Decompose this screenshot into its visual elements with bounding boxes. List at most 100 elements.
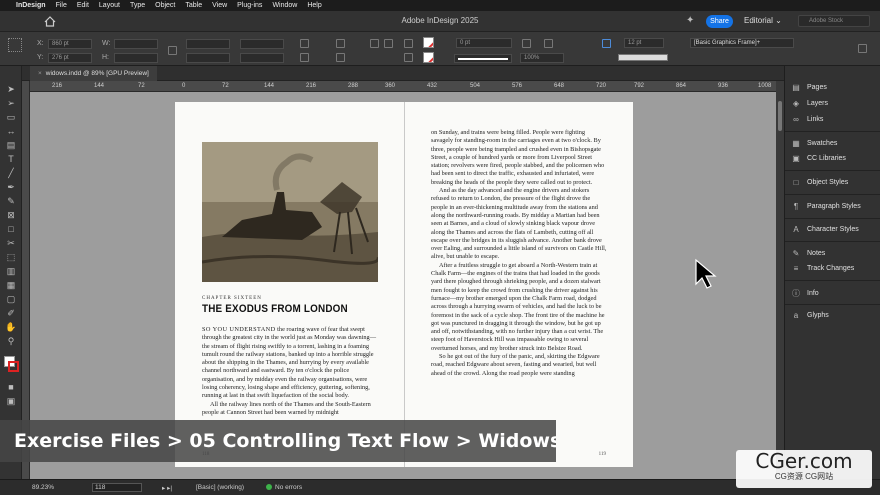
panel-cc-libraries[interactable]: ▣ CC Libraries	[791, 154, 846, 163]
zoom-level[interactable]: 89.23%	[32, 484, 54, 491]
text-wrap-control[interactable]	[618, 54, 668, 61]
screen-mode-icon[interactable]: ▣	[5, 396, 17, 406]
menu-help[interactable]: Help	[307, 2, 321, 9]
selection-tool-icon[interactable]: ➤	[5, 84, 17, 94]
stroke-weight-field[interactable]: 0 pt	[456, 38, 512, 48]
menu-object[interactable]: Object	[155, 2, 175, 9]
note-tool-icon[interactable]: ▢	[5, 294, 17, 304]
page-right[interactable]: on Sunday, and trains were being filled.…	[404, 102, 633, 467]
panel-track-changes[interactable]: ≡ Track Changes	[791, 264, 855, 273]
shear-field[interactable]	[240, 53, 284, 63]
scissors-tool-icon[interactable]: ✂	[5, 238, 17, 248]
rotate-cw-icon[interactable]	[300, 39, 309, 48]
panel-links[interactable]: ∞ Links	[791, 115, 823, 124]
width-field[interactable]	[114, 39, 158, 49]
line-tool-icon[interactable]: ╱	[5, 168, 17, 178]
scale-x-field[interactable]	[186, 39, 230, 49]
stroke-swatch-icon[interactable]	[423, 52, 434, 63]
corner-options-icon[interactable]	[602, 39, 611, 48]
info-icon: ⓘ	[792, 289, 800, 298]
apply-color-icon[interactable]: ■	[5, 382, 17, 392]
flip-vertical-icon[interactable]	[336, 53, 345, 62]
y-field[interactable]: 276 pt	[48, 53, 92, 63]
page-tool-icon[interactable]: ▭	[5, 112, 17, 122]
panel-swatches[interactable]: ▦ Swatches	[791, 139, 837, 148]
height-field[interactable]	[114, 53, 158, 63]
panel-menu-icon[interactable]	[858, 44, 867, 53]
panel-notes[interactable]: ✎ Notes	[791, 249, 826, 258]
menu-view[interactable]: View	[212, 2, 227, 9]
reference-point-icon[interactable]	[8, 38, 22, 52]
panel-label: Character Styles	[807, 226, 859, 233]
pencil-tool-icon[interactable]: ✎	[5, 196, 17, 206]
menu-edit[interactable]: Edit	[77, 2, 89, 9]
panel-layers[interactable]: ◈ Layers	[791, 99, 828, 108]
stock-search-input[interactable]: Adobe Stock	[798, 15, 870, 27]
menu-plugins[interactable]: Plug-ins	[237, 2, 262, 9]
direct-selection-tool-icon[interactable]: ➢	[5, 98, 17, 108]
select-content-icon[interactable]	[384, 39, 393, 48]
content-collector-icon[interactable]: ▤	[5, 140, 17, 150]
select-previous-icon[interactable]	[404, 39, 413, 48]
menu-window[interactable]: Window	[272, 2, 297, 9]
document-tab[interactable]: × widows.indd @ 89% [GPU Preview]	[30, 66, 157, 81]
close-icon[interactable]: ×	[38, 70, 42, 77]
panel-separator	[785, 304, 880, 305]
panel-info[interactable]: ⓘ Info	[791, 288, 819, 299]
constrain-link-icon[interactable]	[168, 46, 177, 55]
scale-y-field[interactable]	[186, 53, 230, 63]
gap-tool-icon[interactable]: ↔	[5, 126, 17, 136]
panel-glyphs[interactable]: a Glyphs	[791, 311, 829, 320]
mouse-pointer-icon	[695, 258, 717, 289]
ruler-label: 792	[634, 83, 645, 89]
gradient-feather-tool-icon[interactable]: ▦	[5, 280, 17, 290]
hand-tool-icon[interactable]: ✋	[5, 322, 17, 332]
opacity-field[interactable]: 100%	[520, 53, 564, 63]
chapter-illustration[interactable]	[201, 142, 380, 282]
panel-pages[interactable]: ▤ Pages	[791, 83, 827, 92]
panel-label: Pages	[807, 84, 827, 91]
preflight-profile[interactable]: [Basic] (working)	[196, 484, 244, 491]
gradient-tool-icon[interactable]: ▥	[5, 266, 17, 276]
workspace-switcher[interactable]: Editorial ⌄	[744, 16, 782, 25]
panel-paragraph-styles[interactable]: ¶ Paragraph Styles	[791, 202, 861, 211]
stroke-color-icon[interactable]	[8, 361, 19, 372]
object-style-select[interactable]: [Basic Graphics Frame]+	[690, 38, 794, 48]
right-text-frame[interactable]: on Sunday, and trains were being filled.…	[431, 129, 607, 378]
x-field[interactable]: 860 pt	[48, 39, 92, 49]
select-next-icon[interactable]	[404, 53, 413, 62]
rectangle-tool-icon[interactable]: □	[5, 224, 17, 234]
fx-icon[interactable]	[544, 39, 553, 48]
vertical-scrollbar[interactable]	[776, 81, 784, 479]
panel-object-styles[interactable]: □ Object Styles	[791, 178, 849, 187]
stroke-type-select[interactable]	[454, 54, 512, 63]
left-text-frame[interactable]: SO YOU UNDERSTAND the roaring wave of fe…	[202, 326, 378, 417]
page-nav-icons[interactable]: ▸ ▸|	[162, 484, 172, 492]
pen-tool-icon[interactable]: ✒	[5, 182, 17, 192]
rotate-ccw-icon[interactable]	[300, 53, 309, 62]
corner-size-field[interactable]: 12 pt	[624, 38, 664, 48]
menu-type[interactable]: Type	[130, 2, 145, 9]
lightbulb-icon[interactable]: ✦	[686, 15, 694, 26]
menu-app-name[interactable]: InDesign	[16, 2, 46, 9]
menu-table[interactable]: Table	[185, 2, 202, 9]
scrollbar-thumb[interactable]	[778, 101, 782, 131]
menu-file[interactable]: File	[56, 2, 67, 9]
horizontal-ruler[interactable]: 216 144 72 0 72 144 216 288 360 432 504 …	[30, 81, 776, 92]
flip-horizontal-icon[interactable]	[336, 39, 345, 48]
panel-character-styles[interactable]: A Character Styles	[791, 225, 859, 234]
select-container-icon[interactable]	[370, 39, 379, 48]
type-tool-icon[interactable]: T	[5, 154, 17, 164]
rectangle-frame-tool-icon[interactable]: ⊠	[5, 210, 17, 220]
zoom-tool-icon[interactable]: ⚲	[5, 336, 17, 346]
free-transform-tool-icon[interactable]: ⬚	[5, 252, 17, 262]
rotation-field[interactable]	[240, 39, 284, 49]
eyedropper-tool-icon[interactable]: ✐	[5, 308, 17, 318]
fill-swatch-icon[interactable]	[423, 37, 434, 48]
page-number-field[interactable]: 118	[92, 483, 142, 492]
share-button[interactable]: Share	[706, 15, 733, 28]
preflight-status[interactable]: No errors	[266, 484, 302, 491]
page-left[interactable]: CHAPTER SIXTEEN THE EXODUS FROM LONDON S…	[175, 102, 404, 467]
menu-layout[interactable]: Layout	[99, 2, 120, 9]
drop-shadow-icon[interactable]	[522, 39, 531, 48]
